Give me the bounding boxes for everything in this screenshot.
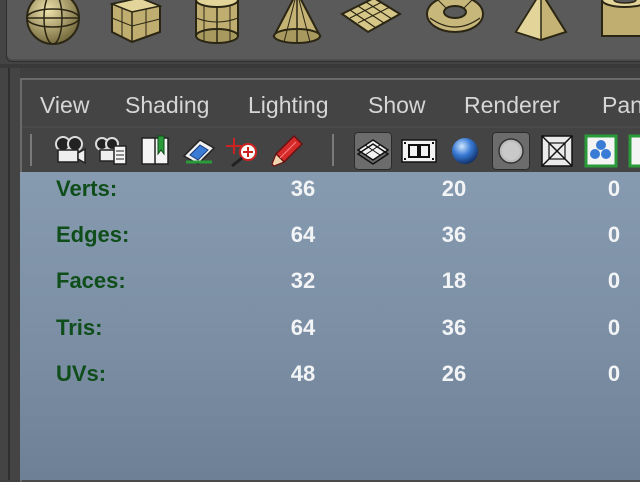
panel-toolbar	[22, 128, 640, 174]
hud-label: Edges:	[56, 222, 130, 247]
hud-label: Verts:	[56, 176, 118, 201]
bookmarks-icon[interactable]	[136, 132, 174, 170]
primitive-shelf	[0, 0, 640, 64]
hud-value-selected: 36	[441, 315, 467, 340]
shelf-separator	[0, 64, 640, 68]
camera-attributes-icon[interactable]	[92, 132, 130, 170]
viewport-canvas[interactable]: Verts: 36 20 0 Edges: 64 36 0 Faces: 32 …	[20, 172, 640, 480]
hud-value-selected: 18	[441, 268, 467, 293]
toolbar-separator	[330, 134, 336, 166]
hud-row-tris: Tris: 64 36 0	[20, 315, 640, 345]
hud-row-edges: Edges: 64 36 0	[20, 222, 640, 252]
grease-pencil-icon[interactable]	[268, 132, 306, 170]
hud-value-component: 0	[607, 176, 621, 201]
hud-value-selected: 36	[441, 222, 467, 247]
hud-value-component: 0	[607, 315, 621, 340]
menu-view[interactable]: View	[40, 92, 89, 119]
xray-icon[interactable]	[538, 132, 576, 170]
cone-icon[interactable]	[266, 0, 328, 48]
hud-label: Faces:	[56, 268, 126, 293]
hud-value-object: 36	[290, 176, 316, 201]
image-plane-icon[interactable]	[180, 132, 218, 170]
hud-value-selected: 26	[441, 361, 467, 386]
hud-value-selected: 20	[441, 176, 467, 201]
wireframe-on-shaded-icon[interactable]	[354, 132, 392, 170]
select-camera-icon[interactable]	[50, 132, 88, 170]
pipe-icon[interactable]	[594, 0, 640, 48]
cylinder-icon[interactable]	[186, 0, 248, 48]
tool-strip	[0, 68, 20, 480]
hud-value-component: 0	[607, 268, 621, 293]
menu-renderer[interactable]: Renderer	[464, 92, 560, 119]
menu-show[interactable]: Show	[368, 92, 426, 119]
hud-value-object: 64	[290, 222, 316, 247]
menu-lighting[interactable]: Lighting	[248, 92, 329, 119]
sphere-icon[interactable]	[22, 0, 84, 48]
hud-value-object: 48	[290, 361, 316, 386]
film-gate-icon[interactable]	[400, 132, 438, 170]
toolbar-handle[interactable]	[28, 134, 34, 166]
pyramid-icon[interactable]	[510, 0, 572, 48]
hud-value-object: 32	[290, 268, 316, 293]
smooth-shade-icon[interactable]	[446, 132, 484, 170]
two-d-pan-zoom-icon[interactable]	[224, 132, 262, 170]
hud-value-object: 64	[290, 315, 316, 340]
hud-row-faces: Faces: 32 18 0	[20, 268, 640, 298]
hud-value-component: 0	[607, 361, 621, 386]
hud-label: Tris:	[56, 315, 103, 340]
torus-icon[interactable]	[424, 0, 486, 48]
panel-menu-bar: View Shading Lighting Show Renderer Pan	[22, 80, 640, 126]
next-icon[interactable]	[626, 132, 640, 170]
isolate-select-icon[interactable]	[582, 132, 620, 170]
cube-icon[interactable]	[104, 0, 166, 48]
plane-icon[interactable]	[340, 0, 402, 48]
menu-shading[interactable]: Shading	[125, 92, 209, 119]
hud-row-uvs: UVs: 48 26 0	[20, 361, 640, 391]
hud-label: UVs:	[56, 361, 107, 386]
menu-panels[interactable]: Pan	[602, 92, 640, 119]
flat-shade-icon[interactable]	[492, 132, 530, 170]
hud-value-component: 0	[607, 222, 621, 247]
hud-row-verts: Verts: 36 20 0	[20, 176, 640, 206]
tool-strip-edge	[8, 68, 10, 480]
